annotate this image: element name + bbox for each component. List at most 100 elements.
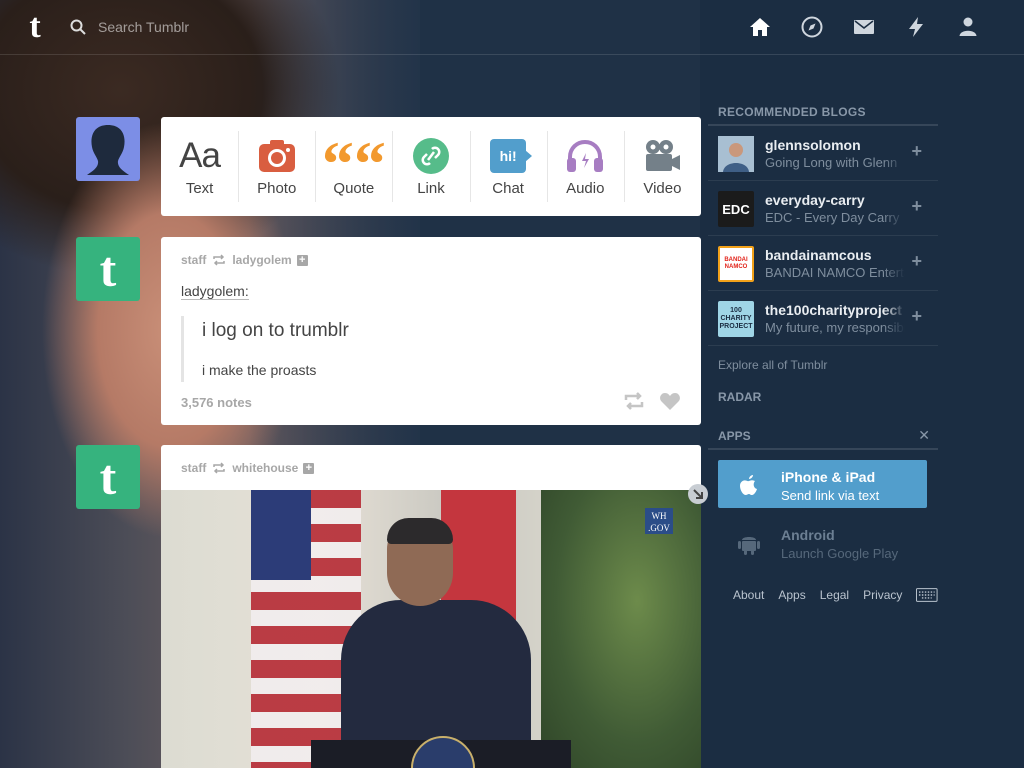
close-icon[interactable]: ✕ <box>918 427 930 444</box>
inbox-icon <box>854 20 874 34</box>
reblogged-from[interactable]: whitehouse <box>232 461 298 475</box>
headphones-icon <box>567 139 604 172</box>
blog-avatar[interactable] <box>718 136 754 172</box>
android-app-button[interactable]: Android Launch Google Play <box>718 518 927 566</box>
post-type-label: Video <box>643 180 682 197</box>
follow-plus-icon[interactable]: + <box>911 251 922 272</box>
recommended-blog-item[interactable]: 100 CHARITY PROJECT the100charityproject… <box>708 291 938 346</box>
post-type-photo[interactable]: Photo <box>238 117 315 216</box>
app-subtitle: Launch Google Play <box>781 546 899 561</box>
video-player[interactable]: WH .GOV <box>161 490 701 768</box>
post-type-label: Chat <box>492 180 524 197</box>
app-subtitle: Send link via text <box>781 488 880 503</box>
post-author-avatar[interactable]: t <box>76 445 140 509</box>
recommended-blog-item[interactable]: glennsolomon Going Long with Glenn + <box>708 126 938 181</box>
blog-avatar[interactable]: 100 CHARITY PROJECT <box>718 301 754 337</box>
recommended-blog-item[interactable]: EDC everyday-carry EDC - Every Day Carry… <box>708 181 938 236</box>
app-title: iPhone & iPad <box>781 469 876 485</box>
nav-activity[interactable] <box>890 0 942 54</box>
post-author-avatar[interactable]: t <box>76 237 140 301</box>
iphone-app-button[interactable]: iPhone & iPad Send link via text <box>718 460 927 508</box>
nav-account[interactable] <box>942 0 994 54</box>
top-header: t <box>0 0 1024 55</box>
quote-body: i make the proasts <box>202 362 317 378</box>
nav-home[interactable] <box>734 0 786 54</box>
blog-avatar[interactable]: EDC <box>718 191 754 227</box>
chat-bubble-icon: hi! <box>490 139 533 173</box>
video-camera-icon <box>646 140 681 171</box>
foliage-graphic <box>541 490 701 768</box>
quote-icon: ““ <box>321 128 386 199</box>
post-type-audio[interactable]: Audio <box>546 117 624 216</box>
follow-plus-icon[interactable]: + <box>911 306 922 327</box>
post-type-text[interactable]: Aa Text <box>161 117 238 216</box>
follow-plus-icon[interactable]: + <box>911 196 922 217</box>
post-author[interactable]: staff <box>181 253 206 267</box>
recommended-blogs-title: RECOMMENDED BLOGS <box>708 105 938 126</box>
post-author[interactable]: staff <box>181 461 206 475</box>
radar-title: RADAR <box>718 390 762 404</box>
post-type-chat[interactable]: hi! Chat <box>469 117 547 216</box>
footer-about-link[interactable]: About <box>733 588 764 602</box>
footer-apps-link[interactable]: Apps <box>778 588 805 602</box>
nav-inbox[interactable] <box>838 0 890 54</box>
footer-privacy-link[interactable]: Privacy <box>863 588 902 602</box>
flag-canton <box>251 490 311 580</box>
text-fade <box>883 291 905 345</box>
blog-avatar[interactable]: BANDAI NAMCO <box>718 246 754 282</box>
post-actions <box>623 391 681 411</box>
speaker-hair <box>387 518 453 544</box>
post-type-video[interactable]: Video <box>623 117 701 216</box>
search-icon <box>70 19 86 35</box>
post-type-composer: Aa Text Photo ““ Quote Link hi! Chat Aud… <box>161 117 701 216</box>
quote-headline: i log on to trumblr <box>202 320 349 341</box>
reblog-button-icon[interactable] <box>623 391 645 411</box>
footer-legal-link[interactable]: Legal <box>820 588 849 602</box>
account-icon <box>959 17 977 36</box>
android-icon <box>738 537 760 555</box>
follow-plus-icon[interactable]: + <box>911 141 922 162</box>
right-sidebar: RECOMMENDED BLOGS glennsolomon Going Lon… <box>708 105 938 602</box>
keyboard-shortcuts-icon[interactable] <box>916 588 938 602</box>
person-photo-icon <box>718 136 754 172</box>
text-fade <box>883 181 905 235</box>
search-bar[interactable] <box>70 16 290 38</box>
post-type-label: Audio <box>566 180 605 197</box>
expand-post-button[interactable] <box>688 484 708 504</box>
follow-plus-icon[interactable]: + <box>303 462 315 474</box>
arrow-expand-icon <box>693 489 703 499</box>
blockquote: i log on to trumblr i make the proasts <box>181 316 349 382</box>
post-type-label: Quote <box>333 180 375 197</box>
post-type-label: Link <box>417 180 445 197</box>
follow-plus-icon[interactable]: + <box>296 254 308 266</box>
apps-title-row: APPS ✕ <box>708 427 938 450</box>
footer-links: About Apps Legal Privacy <box>708 588 938 602</box>
like-heart-icon[interactable] <box>659 391 681 411</box>
explore-all-link[interactable]: Explore all of Tumblr <box>708 346 938 376</box>
app-title: Android <box>781 527 835 543</box>
tumblr-logo[interactable]: t <box>20 8 50 46</box>
post-type-link[interactable]: Link <box>392 117 469 216</box>
home-icon <box>750 18 770 36</box>
apps-title: APPS <box>718 429 751 443</box>
top-nav <box>734 0 994 54</box>
staff-avatar-glyph: t <box>99 449 117 505</box>
user-avatar[interactable] <box>76 117 140 181</box>
recommended-blog-item[interactable]: BANDAI NAMCO bandainamcous BANDAI NAMCO … <box>708 236 938 291</box>
notes-count[interactable]: 3,576 notes <box>181 395 252 410</box>
reblog-icon <box>213 254 226 266</box>
post-type-label: Text <box>185 180 214 197</box>
quoted-user-link[interactable]: ladygolem: <box>181 283 249 300</box>
whitehouse-watermark: WH .GOV <box>645 508 673 534</box>
post-type-quote[interactable]: ““ Quote <box>315 117 392 216</box>
search-input[interactable] <box>96 18 280 36</box>
nav-explore[interactable] <box>786 0 838 54</box>
text-fade <box>883 126 905 180</box>
staff-avatar-glyph: t <box>99 241 117 297</box>
reblog-icon <box>213 462 226 474</box>
reblogged-from[interactable]: ladygolem <box>232 253 291 267</box>
post-header: staff whitehouse + <box>181 461 315 475</box>
apple-icon <box>740 475 757 495</box>
